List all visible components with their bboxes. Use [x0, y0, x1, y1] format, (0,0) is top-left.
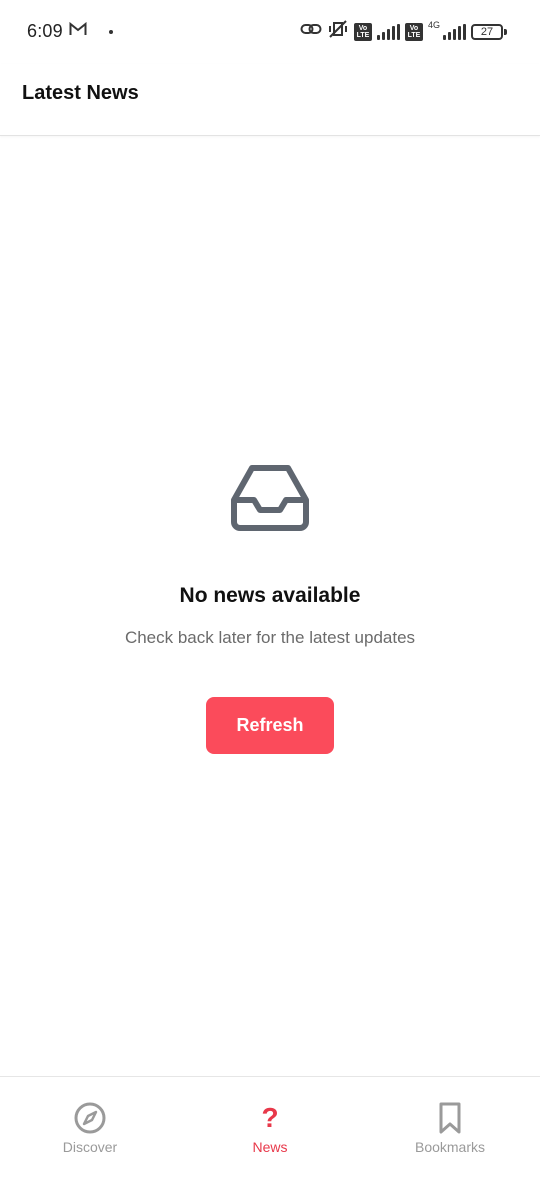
- refresh-button[interactable]: Refresh: [206, 697, 334, 754]
- status-bar: 6:09 Vo LTE Vo LTE 4G 27: [0, 0, 540, 64]
- empty-subtitle: Check back later for the latest updates: [124, 628, 416, 647]
- page-title: Latest News: [22, 82, 139, 104]
- app-header: Latest News: [0, 64, 540, 136]
- vibrate-off-icon: [327, 20, 349, 43]
- compass-icon: [30, 1101, 150, 1135]
- nav-item-discover[interactable]: Discover: [30, 1101, 150, 1155]
- bottom-nav: Discover ? News Bookmarks: [0, 1076, 540, 1200]
- bookmark-icon: [390, 1101, 510, 1135]
- empty-state: No news available Check back later for t…: [0, 460, 540, 754]
- status-left: 6:09: [27, 21, 113, 42]
- network-type: 4G: [427, 20, 440, 30]
- gmail-icon: [69, 21, 87, 41]
- status-time: 6:09: [27, 21, 63, 41]
- nav-item-news[interactable]: ? News: [210, 1101, 330, 1155]
- link-icon: [300, 21, 322, 42]
- inbox-icon: [228, 460, 312, 536]
- battery-icon: 27: [471, 23, 507, 40]
- notification-dot-icon: [108, 29, 113, 34]
- nav-label-discover: Discover: [62, 1139, 118, 1155]
- volte-badge-2: Vo LTE: [404, 22, 423, 41]
- empty-title: No news available: [179, 584, 361, 607]
- volte-badge-1: Vo LTE: [353, 22, 372, 41]
- nav-label-bookmarks: Bookmarks: [414, 1139, 486, 1155]
- question-icon: ?: [261, 1102, 279, 1133]
- signal-icon-2: [443, 23, 466, 40]
- nav-label-news: News: [252, 1139, 288, 1155]
- status-right: Vo LTE Vo LTE 4G 27: [300, 20, 507, 43]
- signal-icon-1: [376, 23, 400, 40]
- nav-item-bookmarks[interactable]: Bookmarks: [390, 1101, 510, 1155]
- battery-level: 27: [471, 23, 503, 40]
